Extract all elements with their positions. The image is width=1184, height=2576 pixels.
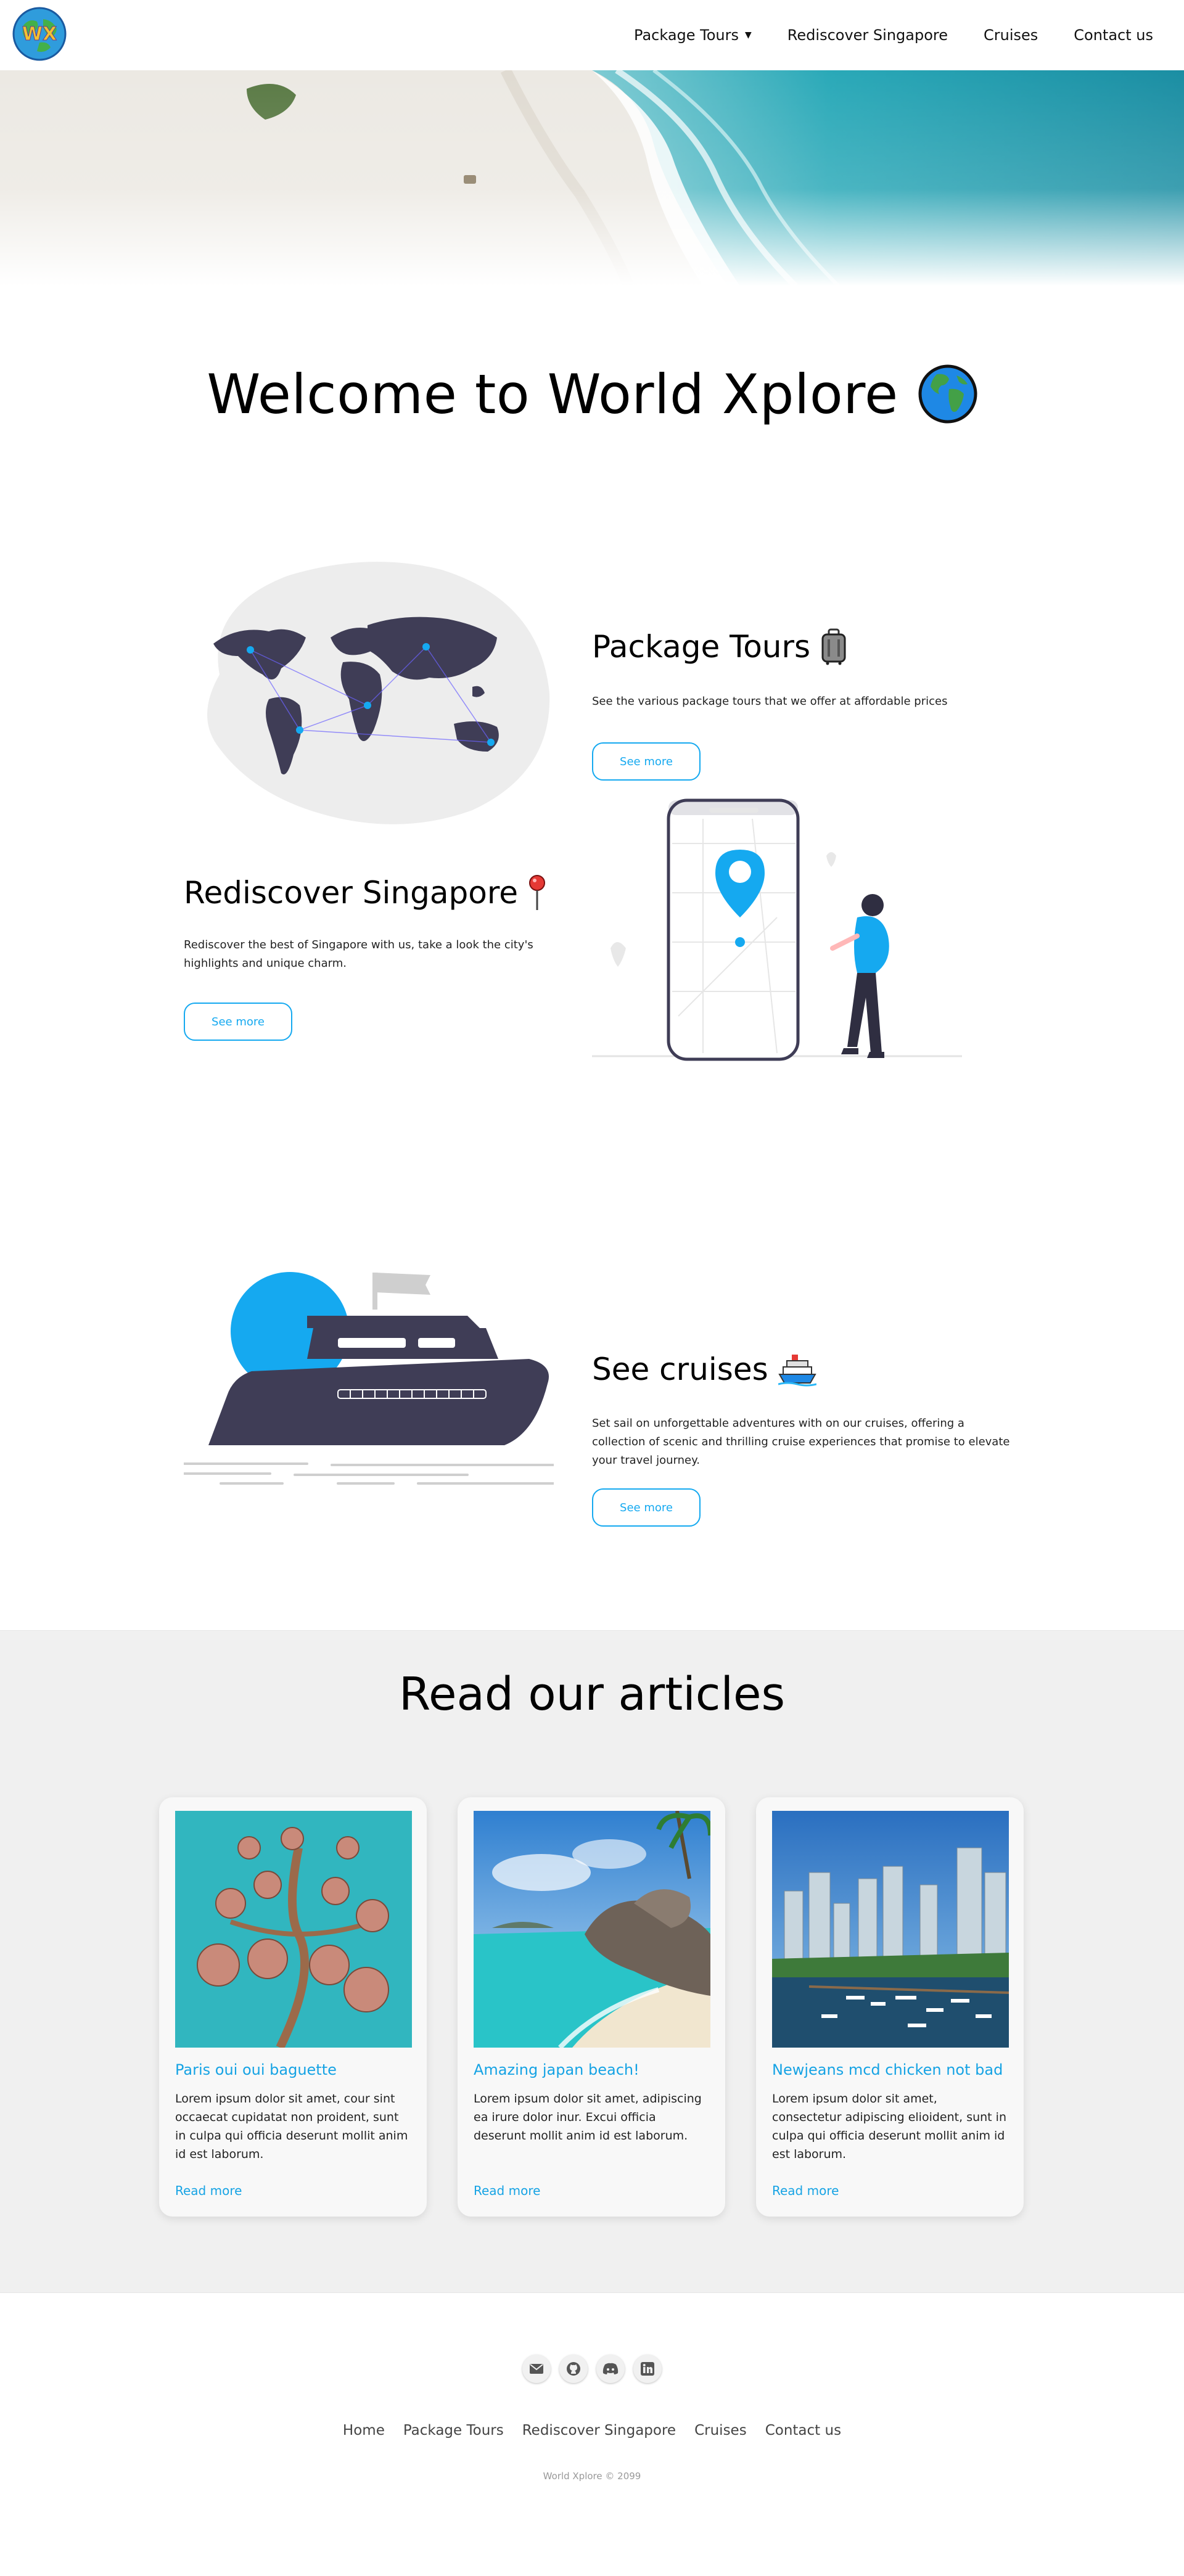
cruises-see-more-button[interactable]: See more xyxy=(592,1488,701,1527)
footer-link-rediscover-singapore[interactable]: Rediscover Singapore xyxy=(522,2422,676,2439)
beach-hero-image xyxy=(0,70,1184,286)
welcome-title: Welcome to World Xplore xyxy=(207,362,898,426)
footer-link-home[interactable]: Home xyxy=(343,2422,385,2439)
discord-icon[interactable] xyxy=(596,2355,625,2383)
welcome-section: Welcome to World Xplore xyxy=(0,286,1184,502)
nav-rediscover-singapore[interactable]: Rediscover Singapore xyxy=(787,27,948,44)
pushpin-emoji-icon xyxy=(529,875,546,910)
phone-map-illustration xyxy=(592,798,962,1061)
nav-contact-us[interactable]: Contact us xyxy=(1074,27,1153,44)
social-links xyxy=(0,2355,1184,2383)
nav-package-tours-label: Package Tours xyxy=(634,27,739,44)
articles-heading: Read our articles xyxy=(398,1668,786,1721)
package-tours-title-text: Package Tours xyxy=(592,629,811,665)
nav-links: Package Tours ▼ Rediscover Singapore Cru… xyxy=(634,27,1153,44)
package-tours-description: See the various package tours that we of… xyxy=(592,695,948,708)
footer: Home Package Tours Rediscover Singapore … xyxy=(0,2293,1184,2540)
article-title[interactable]: Amazing japan beach! xyxy=(474,2061,709,2078)
top-navbar: WX Package Tours ▼ Rediscover Singapore … xyxy=(0,0,1184,70)
caret-down-icon: ▼ xyxy=(745,30,752,40)
rediscover-singapore-feature: Rediscover Singapore Rediscover the best… xyxy=(0,798,1184,1248)
cruises-description: Set sail on unforgettable adventures wit… xyxy=(592,1417,1010,1467)
rediscover-singapore-title-text: Rediscover Singapore xyxy=(184,875,519,911)
article-title[interactable]: Newjeans mcd chicken not bad xyxy=(772,2061,1008,2078)
article-title[interactable]: Paris oui oui baguette xyxy=(175,2061,411,2078)
package-tours-see-more-button[interactable]: See more xyxy=(592,742,701,781)
cruises-title: See cruises xyxy=(592,1352,816,1387)
rediscover-singapore-title: Rediscover Singapore xyxy=(184,874,546,911)
cruises-title-text: See cruises xyxy=(592,1352,768,1387)
article-card[interactable]: Newjeans mcd chicken not bad Lorem ipsum… xyxy=(756,1797,1024,2217)
cruises-feature: See cruises Set sail on unforgettable ad… xyxy=(0,1248,1184,1630)
svg-text:WX: WX xyxy=(22,23,57,45)
tropical-beach-image xyxy=(474,1811,710,2048)
articles-section: Read our articles Paris oui oui baguette… xyxy=(0,1630,1184,2293)
article-card[interactable]: Amazing japan beach! Lorem ipsum dolor s… xyxy=(458,1797,725,2217)
article-card[interactable]: Paris oui oui baguette Lorem ipsum dolor… xyxy=(159,1797,427,2217)
footer-link-cruises[interactable]: Cruises xyxy=(694,2422,747,2439)
articles-card-list: Paris oui oui baguette Lorem ipsum dolor… xyxy=(159,1797,1024,2217)
footer-links: Home Package Tours Rediscover Singapore … xyxy=(0,2422,1184,2439)
globe-emoji-icon xyxy=(918,364,977,424)
read-more-link[interactable]: Read more xyxy=(474,2183,540,2198)
cruise-ship-illustration xyxy=(184,1272,554,1485)
luggage-emoji-icon xyxy=(821,628,846,665)
city-harbour-image xyxy=(772,1811,1009,2048)
copyright-text: World Xplore © 2099 xyxy=(543,2471,641,2482)
logo[interactable]: WX xyxy=(12,7,67,64)
envelope-icon[interactable] xyxy=(522,2355,551,2383)
world-xplore-logo-icon: WX xyxy=(12,7,67,61)
rediscover-singapore-description: Rediscover the best of Singapore with us… xyxy=(184,938,533,970)
article-excerpt: Lorem ipsum dolor sit amet, consectetur … xyxy=(772,2092,1006,2161)
linkedin-icon[interactable] xyxy=(633,2355,662,2383)
read-more-link[interactable]: Read more xyxy=(175,2183,242,2198)
overwater-villas-image xyxy=(175,1811,412,2048)
footer-link-package-tours[interactable]: Package Tours xyxy=(403,2422,504,2439)
rediscover-singapore-see-more-button[interactable]: See more xyxy=(184,1003,292,1041)
world-map-illustration xyxy=(207,562,550,824)
hero-banner xyxy=(0,70,1184,286)
footer-link-contact-us[interactable]: Contact us xyxy=(765,2422,841,2439)
nav-package-tours-dropdown[interactable]: Package Tours ▼ xyxy=(634,27,752,44)
article-excerpt: Lorem ipsum dolor sit amet, adipiscing e… xyxy=(474,2092,702,2143)
read-more-link[interactable]: Read more xyxy=(772,2183,839,2198)
article-excerpt: Lorem ipsum dolor sit amet, cour sint oc… xyxy=(175,2092,408,2161)
github-icon[interactable] xyxy=(559,2355,588,2383)
nav-cruises[interactable]: Cruises xyxy=(984,27,1038,44)
ship-emoji-icon xyxy=(778,1355,816,1387)
package-tours-title: Package Tours xyxy=(592,628,847,665)
